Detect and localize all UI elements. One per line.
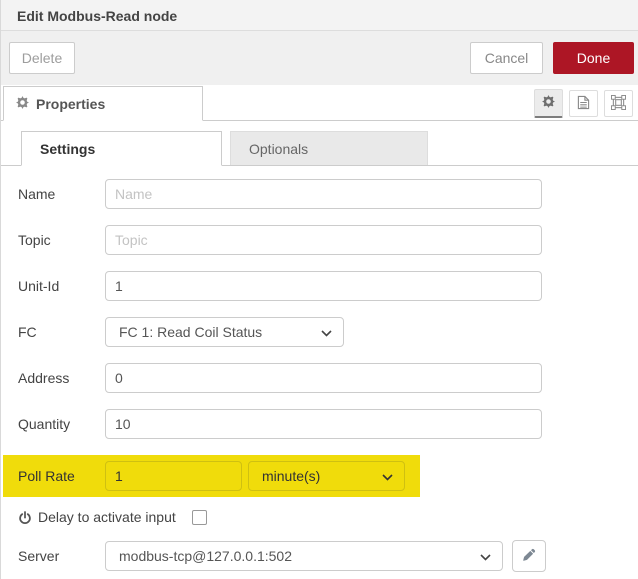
edit-node-dialog: Edit Modbus-Read node Delete Cancel Done… — [0, 0, 638, 579]
delay-label: Delay to activate input — [38, 509, 176, 525]
server-label: Server — [18, 548, 60, 564]
pencil-icon — [522, 548, 536, 565]
server-select[interactable]: modbus-tcp@127.0.0.1:502 — [105, 541, 503, 571]
delete-button[interactable]: Delete — [9, 42, 75, 74]
unit-id-input[interactable] — [105, 271, 542, 301]
chevron-down-icon — [382, 468, 393, 484]
dialog-title: Edit Modbus-Read node — [17, 8, 178, 24]
cancel-button[interactable]: Cancel — [470, 42, 543, 74]
document-icon — [577, 95, 590, 113]
optionals-tab-label: Optionals — [249, 140, 309, 157]
unit-id-label: Unit-Id — [18, 278, 60, 294]
fc-select[interactable]: FC 1: Read Coil Status — [105, 317, 344, 347]
topic-input[interactable] — [105, 225, 542, 255]
poll-rate-unit-select[interactable]: minute(s) — [248, 461, 405, 491]
server-edit-button[interactable] — [512, 540, 546, 572]
poll-rate-input[interactable] — [105, 461, 242, 491]
address-label: Address — [18, 370, 70, 386]
gear-icon — [16, 95, 29, 112]
fc-label: FC — [18, 324, 37, 340]
address-input[interactable] — [105, 363, 542, 393]
server-select-value: modbus-tcp@127.0.0.1:502 — [119, 548, 292, 564]
delay-checkbox[interactable] — [191, 509, 207, 525]
fc-select-value: FC 1: Read Coil Status — [119, 324, 263, 340]
poll-rate-label: Poll Rate — [18, 468, 75, 484]
form-row-quantity: Quantity — [1, 409, 638, 439]
form-row-topic: Topic — [1, 225, 638, 255]
form-row-fc: FC FC 1: Read Coil Status — [1, 317, 638, 347]
quantity-input[interactable] — [105, 409, 542, 439]
tab-settings[interactable]: Settings — [21, 131, 222, 166]
done-button[interactable]: Done — [553, 42, 634, 74]
poll-rate-unit-value: minute(s) — [262, 468, 321, 484]
node-properties-button[interactable] — [534, 89, 563, 118]
appearance-frame-icon — [611, 94, 626, 113]
quantity-label: Quantity — [18, 416, 71, 432]
dialog-header: Edit Modbus-Read node — [1, 0, 638, 31]
form-row-server: Server modbus-tcp@127.0.0.1:502 — [1, 540, 638, 572]
power-icon — [18, 511, 32, 525]
name-input[interactable] — [105, 179, 542, 209]
chevron-down-icon — [480, 548, 491, 564]
form-row-poll-rate: Poll Rate minute(s) — [3, 455, 420, 497]
settings-tab-label: Settings — [40, 140, 96, 157]
settings-form: Name Topic Unit-Id FC FC 1: Read Coil St… — [1, 166, 638, 572]
name-label: Name — [18, 186, 56, 202]
form-row-unit-id: Unit-Id — [1, 271, 638, 301]
form-row-address: Address — [1, 363, 638, 393]
form-row-name: Name — [1, 179, 638, 209]
topic-label: Topic — [18, 232, 51, 248]
properties-tab-bar: Properties — [1, 85, 638, 121]
form-row-delay: Delay to activate input — [1, 509, 638, 525]
chevron-down-icon — [321, 324, 332, 340]
node-description-button[interactable] — [569, 90, 598, 117]
tab-optionals[interactable]: Optionals — [230, 131, 428, 165]
tab-properties[interactable]: Properties — [3, 86, 203, 121]
properties-tab-label: Properties — [36, 95, 106, 112]
gear-icon — [542, 95, 555, 111]
node-appearance-button[interactable] — [604, 90, 633, 117]
button-bar: Delete Cancel Done — [1, 31, 638, 85]
editor-toolbar-icons — [534, 89, 638, 118]
settings-tab-bar: Settings Optionals — [1, 130, 638, 166]
